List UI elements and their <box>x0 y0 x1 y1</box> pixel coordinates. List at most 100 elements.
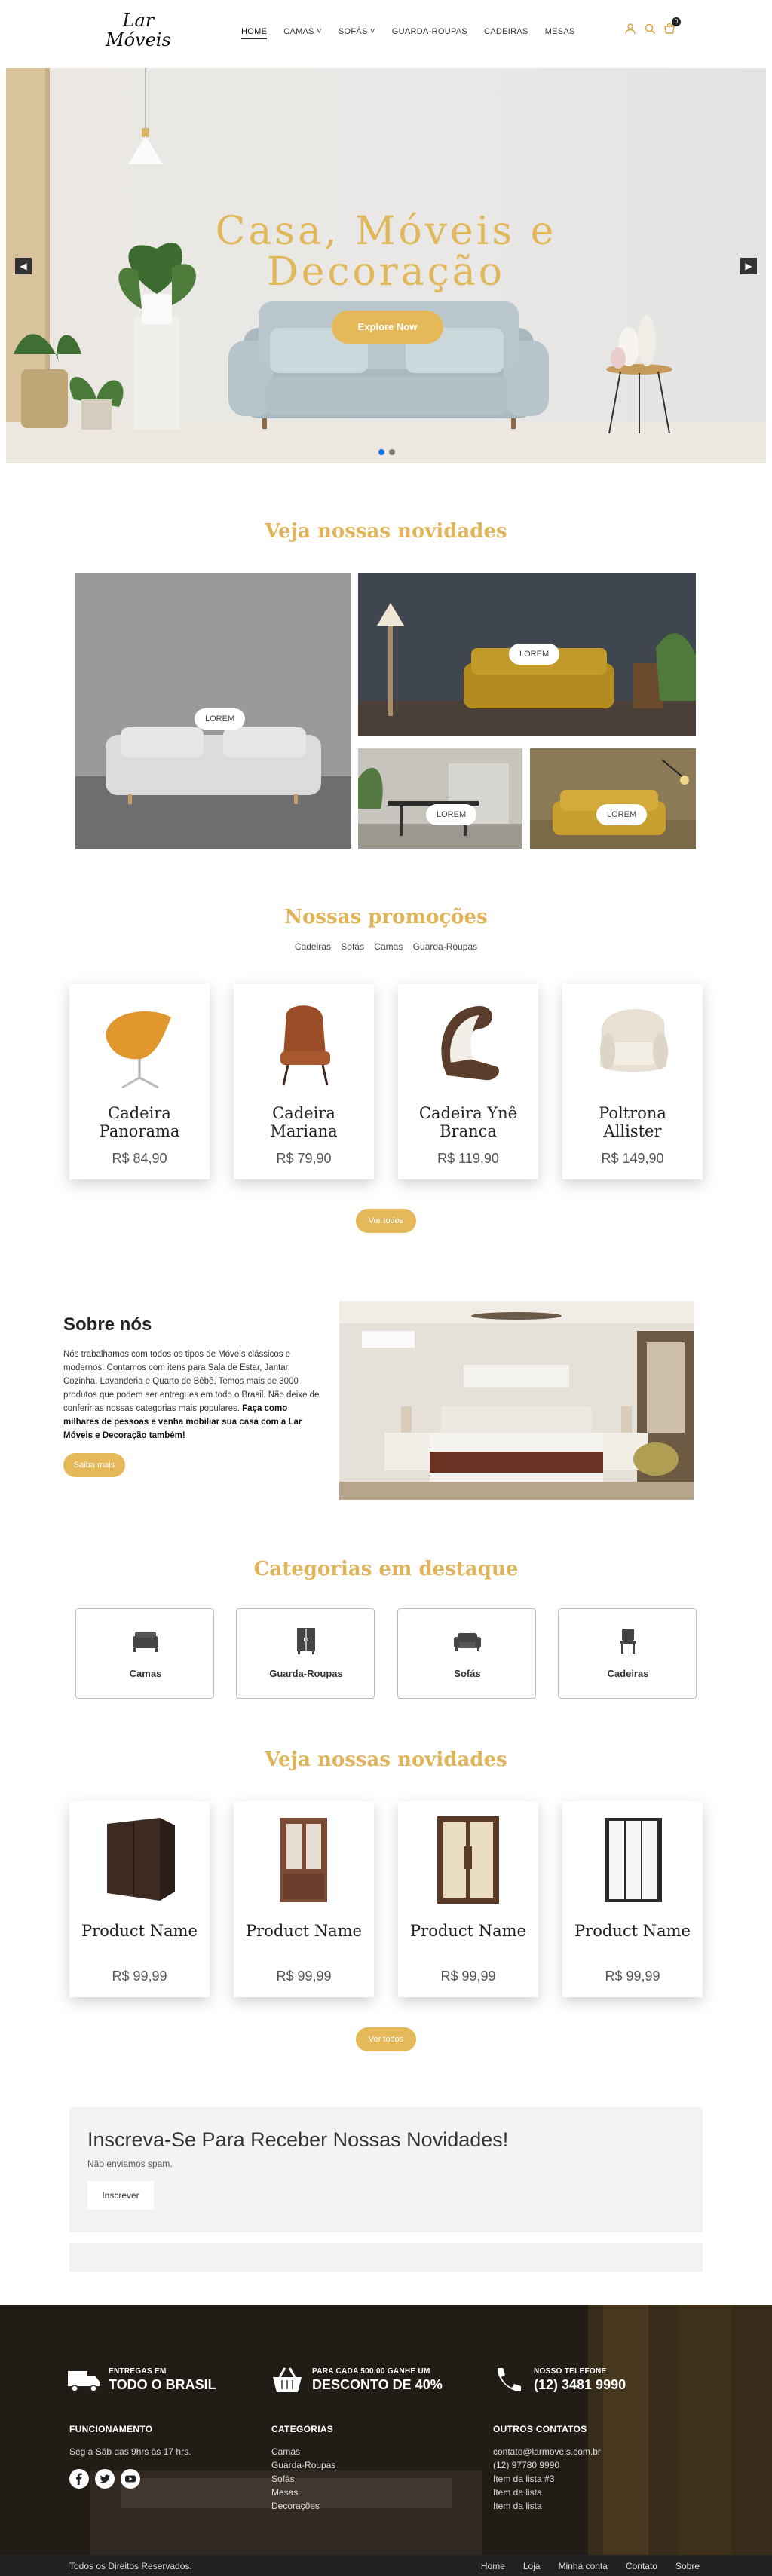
news-tile[interactable]: LOREM <box>358 748 522 849</box>
feature-big-text: DESCONTO DE 40% <box>312 2377 443 2392</box>
product-price: R$ 149,90 <box>601 1151 664 1166</box>
bottom-link-minha-conta[interactable]: Minha conta <box>559 2561 608 2571</box>
search-icon[interactable] <box>644 23 656 35</box>
truck-icon <box>68 2371 100 2392</box>
bottom-links: Home Loja Minha conta Contato Sobre <box>481 2561 700 2571</box>
footer-categories-heading: CATEGORIAS <box>271 2424 334 2434</box>
facebook-icon[interactable] <box>69 2469 89 2489</box>
product-image-wardrobe <box>605 1818 662 1902</box>
footer-link[interactable]: Guarda-Roupas <box>271 2458 335 2472</box>
menu-item-sofas[interactable]: SOFÁS ˅ <box>339 27 375 39</box>
slider-next-button[interactable]: ▶ <box>740 258 757 274</box>
menu-item-home[interactable]: HOME <box>241 27 268 39</box>
footer-link[interactable]: Camas <box>271 2445 335 2458</box>
category-card-cadeiras[interactable]: Cadeiras <box>558 1608 697 1699</box>
product-name: Product Name <box>410 1922 526 1940</box>
menu-item-guarda-roupas[interactable]: GUARDA-ROUPAS <box>392 27 467 39</box>
categories-section-title: Categorias em destaque <box>253 1558 519 1580</box>
footer-hours-text: Seg à Sáb das 9hrs às 17 hrs. <box>69 2446 191 2457</box>
user-icon[interactable] <box>624 23 636 35</box>
logo-line-1: Lar <box>122 10 155 31</box>
feature-small-text: NOSSO TELEFONE <box>534 2367 607 2376</box>
logo-line-2: Móveis <box>106 29 171 50</box>
product-name: Cadeira Panorama <box>99 1104 180 1140</box>
top-navbar: Lar Móveis HOME CAMAS ˅ SOFÁS ˅ GUARDA-R… <box>0 0 772 66</box>
menu-item-cadeiras[interactable]: CADEIRAS <box>484 27 528 39</box>
product-card[interactable]: Product Name R$ 99,99 <box>562 1801 703 1997</box>
cart-count-badge: 0 <box>672 17 681 26</box>
hero-title-line-2: Decoração <box>266 249 506 295</box>
youtube-icon[interactable] <box>121 2469 140 2489</box>
news-tile[interactable]: LOREM <box>530 748 696 849</box>
slider-dot[interactable] <box>389 449 395 455</box>
footer-contact-phone: (12) 97780 9990 <box>493 2460 560 2470</box>
slider-prev-button[interactable]: ◀ <box>15 258 32 274</box>
cart-icon[interactable]: 0 <box>663 17 681 35</box>
product-price: R$ 84,90 <box>112 1151 167 1166</box>
newsletter-section: Inscreva-Se Para Receber Nossas Novidade… <box>69 2107 703 2232</box>
feature-small-text: PARA CADA 500,00 GANHE UM <box>312 2367 430 2376</box>
menu-item-mesas[interactable]: MESAS <box>545 27 575 39</box>
feature-big-text: TODO O BRASIL <box>109 2377 216 2392</box>
product-image-armchair <box>600 1008 668 1072</box>
tile-image-dining <box>358 748 522 849</box>
product-card[interactable]: Cadeira Panorama R$ 84,90 <box>69 984 210 1179</box>
bottom-link-home[interactable]: Home <box>481 2561 505 2571</box>
sofa-icon <box>454 1633 481 1651</box>
about-image-bedroom <box>339 1301 694 1500</box>
category-card-guarda-roupas[interactable]: Guarda-Roupas <box>236 1608 375 1699</box>
product-price: R$ 99,99 <box>605 1969 660 1984</box>
explore-now-button[interactable]: Explore Now <box>332 311 443 344</box>
bottom-link-loja[interactable]: Loja <box>523 2561 541 2571</box>
footer-link[interactable]: Mesas <box>271 2486 335 2499</box>
subscribe-button[interactable]: Inscrever <box>87 2181 154 2210</box>
wardrobe-icon <box>297 1628 315 1654</box>
footer-link[interactable]: Sofás <box>271 2472 335 2486</box>
category-label: Guarda-Roupas <box>269 1668 343 1679</box>
menu-item-camas[interactable]: CAMAS ˅ <box>283 27 322 39</box>
logo[interactable]: Lar Móveis <box>106 11 171 50</box>
slider-dot[interactable] <box>378 449 384 455</box>
category-card-sofas[interactable]: Sofás <box>397 1608 536 1699</box>
news2-section-title: Veja nossas novidades <box>265 1748 507 1771</box>
product-card[interactable]: Product Name R$ 99,99 <box>234 1801 374 1997</box>
phone-icon <box>497 2368 521 2392</box>
footer-list-item: Item da lista <box>493 2501 542 2511</box>
footer-list-item: Item da lista <box>493 2487 542 2498</box>
footer-feature-discount: PARA CADA 500,00 GANHE UM DESCONTO DE 40… <box>270 2365 443 2395</box>
bottom-link-contato[interactable]: Contato <box>626 2561 657 2571</box>
promo-tabs: Cadeiras Sofás Camas Guarda-Roupas <box>0 941 772 952</box>
see-all-promo-button[interactable]: Ver todos <box>356 1209 416 1233</box>
product-card[interactable]: Product Name R$ 99,99 <box>398 1801 538 1997</box>
product-card[interactable]: Cadeira Ynê Branca R$ 119,90 <box>398 984 538 1179</box>
promo-tab[interactable]: Sofás <box>341 941 364 952</box>
category-label: Camas <box>129 1668 162 1679</box>
news-tile[interactable]: LOREM <box>75 573 351 849</box>
page: Lar Móveis HOME CAMAS ˅ SOFÁS ˅ GUARDA-R… <box>0 0 772 2576</box>
product-image-brown-chair <box>280 1005 330 1086</box>
footer: ENTREGAS EM TODO O BRASIL PARA CADA 500,… <box>0 2305 772 2555</box>
learn-more-button[interactable]: Saiba mais <box>63 1453 125 1477</box>
bottom-link-sobre[interactable]: Sobre <box>676 2561 700 2571</box>
see-all-news-button[interactable]: Ver todos <box>356 2027 416 2051</box>
tile-label: LOREM <box>596 804 648 825</box>
promo-tab[interactable]: Cadeiras <box>295 941 331 952</box>
promo-tab[interactable]: Guarda-Roupas <box>413 941 477 952</box>
product-card[interactable]: Product Name R$ 99,99 <box>69 1801 210 1997</box>
category-card-camas[interactable]: Camas <box>75 1608 214 1699</box>
news-section-title: Veja nossas novidades <box>265 520 507 543</box>
twitter-icon[interactable] <box>95 2469 115 2489</box>
newsletter-title: Inscreva-Se Para Receber Nossas Novidade… <box>87 2128 509 2151</box>
footer-link[interactable]: Decorações <box>271 2499 335 2513</box>
newsletter-bar <box>69 2243 703 2272</box>
news-tile[interactable]: LOREM <box>358 573 696 736</box>
product-card[interactable]: Poltrona Allister R$ 149,90 <box>562 984 703 1179</box>
footer-contact-email[interactable]: contato@larmoveis.com.br <box>493 2445 601 2458</box>
product-price: R$ 99,99 <box>276 1969 332 1984</box>
promo-tab[interactable]: Camas <box>374 941 403 952</box>
hero-title: Casa, Móveis e Decoração <box>6 211 766 292</box>
product-price: R$ 119,90 <box>437 1151 499 1166</box>
product-name: Cadeira Mariana <box>270 1104 338 1140</box>
product-card[interactable]: Cadeira Mariana R$ 79,90 <box>234 984 374 1179</box>
product-image-wardrobe <box>437 1816 499 1904</box>
